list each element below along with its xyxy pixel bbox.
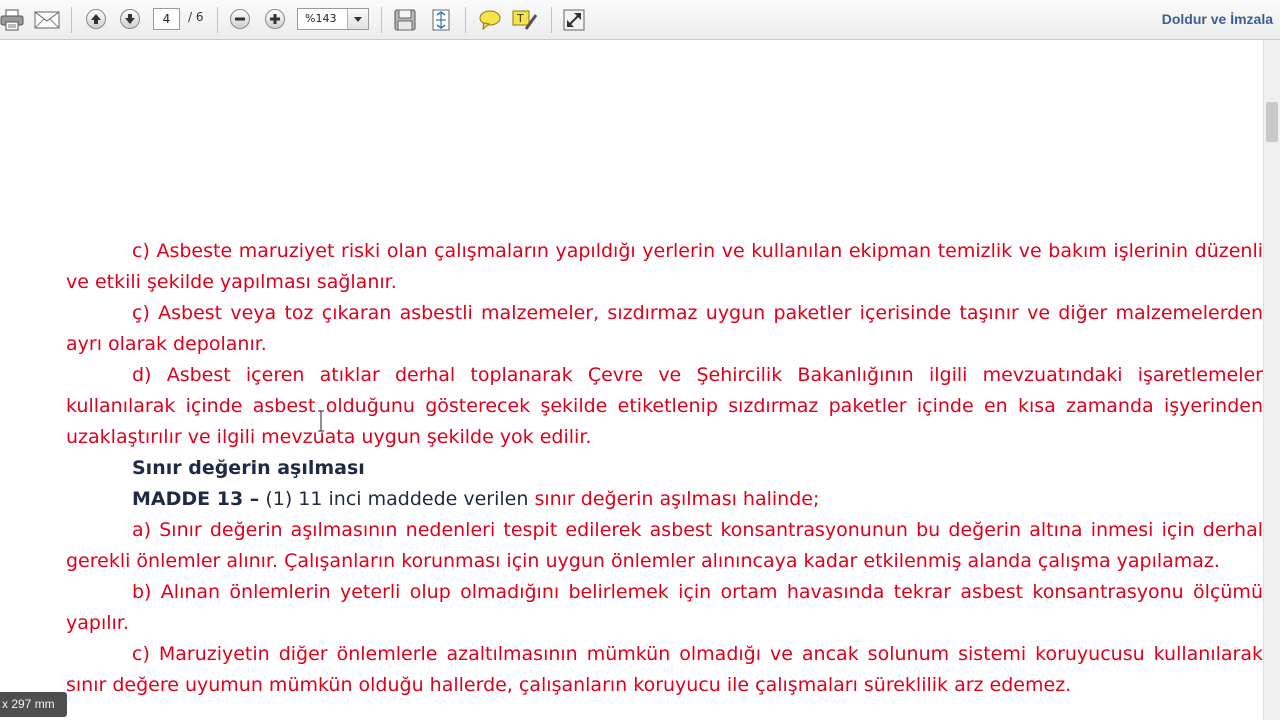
fit-page-icon[interactable] (429, 8, 453, 32)
article-13-line: MADDE 13 – (1) 11 inci maddede verilen s… (66, 484, 1263, 515)
print-icon[interactable] (0, 8, 24, 32)
zoom-in-icon (270, 14, 280, 24)
chevron-down-icon (354, 16, 362, 22)
page-total: / 6 (188, 10, 204, 24)
save-icon[interactable] (393, 8, 417, 32)
expand-icon[interactable] (562, 8, 586, 32)
text-cursor-icon (318, 410, 324, 432)
document-page: c) Asbeste maruziyet riski olan çalışmal… (66, 236, 1263, 701)
next-page-icon (125, 14, 135, 24)
toolbar-separator (551, 7, 552, 33)
zoom-dropdown-button[interactable] (347, 9, 368, 29)
zoom-value: %143 (305, 12, 337, 25)
zoom-out-icon (235, 17, 245, 21)
zoom-in-button[interactable] (265, 9, 285, 29)
paragraph-c2: c) Maruziyetin diğer önlemlerle azaltılm… (66, 643, 1263, 696)
highlight-icon[interactable]: T (512, 8, 538, 32)
comment-icon[interactable] (478, 9, 502, 31)
scrollbar-thumb[interactable] (1266, 102, 1278, 142)
toolbar-separator (217, 7, 218, 33)
email-icon[interactable] (34, 9, 60, 31)
next-page-button[interactable] (120, 9, 140, 29)
svg-text:T: T (516, 12, 524, 25)
section-heading: Sınır değerin aşılması (132, 457, 365, 479)
paragraph-c: c) Asbeste maruziyet riski olan çalışmal… (66, 240, 1263, 293)
zoom-out-button[interactable] (230, 9, 250, 29)
paragraph-cedilla: ç) Asbest veya toz çıkaran asbestli malz… (66, 302, 1263, 355)
paragraph-b: b) Alınan önlemlerin yeterli olup olmadı… (66, 581, 1263, 634)
previous-page-icon (91, 14, 101, 24)
article-label: MADDE 13 – (132, 488, 260, 510)
toolbar-separator (71, 7, 72, 33)
vertical-scrollbar[interactable] (1263, 40, 1280, 720)
paragraph-a: a) Sınır değerin aşılmasının nedenleri t… (66, 519, 1263, 572)
previous-page-button[interactable] (86, 9, 106, 29)
page-number-input[interactable]: 4 (153, 8, 180, 30)
toolbar-separator (381, 7, 382, 33)
paragraph-d: d) Asbest içeren atıklar derhal toplanar… (66, 364, 1263, 448)
article-text: (1) 11 inci maddede verilen (259, 488, 535, 510)
toolbar: 4 / 6 %143 T Doldur ve İmzala (0, 0, 1280, 40)
page-size-badge: x 297 mm (0, 692, 67, 717)
toolbar-separator (465, 7, 466, 33)
fill-and-sign-link[interactable]: Doldur ve İmzala (1162, 11, 1273, 27)
article-red-text: sınır değerin aşılması halinde; (534, 488, 820, 510)
zoom-select[interactable]: %143 (297, 8, 369, 30)
